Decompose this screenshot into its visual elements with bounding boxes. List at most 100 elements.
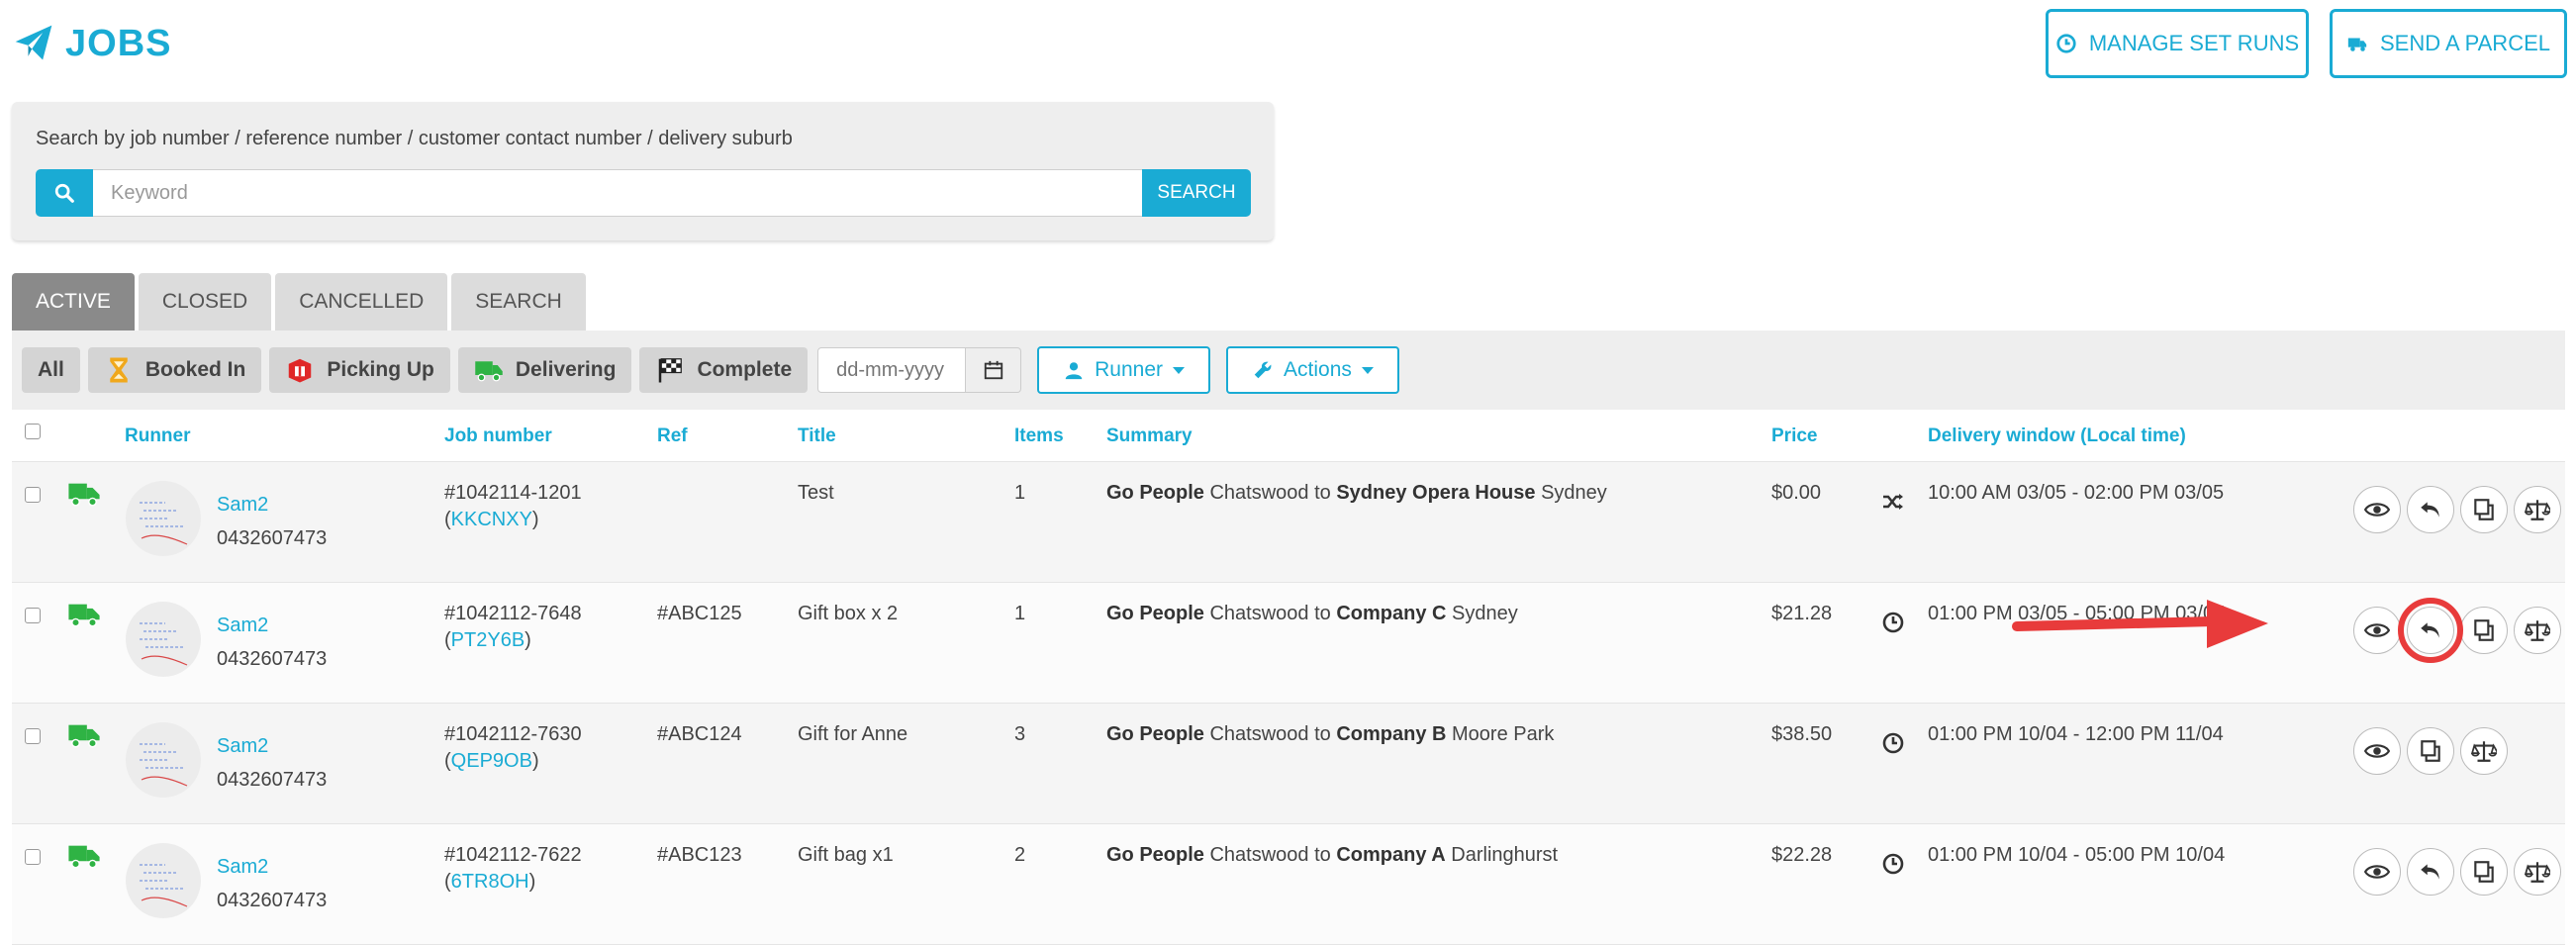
truck-icon [2347,38,2367,51]
job-code: (PT2Y6B) [444,629,531,651]
dispute-button[interactable] [2514,848,2561,896]
undo-button[interactable] [2407,486,2454,533]
filter-delivering-button[interactable]: Delivering [457,347,632,393]
copy-icon [2474,499,2494,520]
date-filter [817,347,1022,393]
job-summary: Go People Chatswood to Company C Sydney [1106,603,1518,625]
view-button[interactable] [2353,848,2401,896]
duplicate-button[interactable] [2407,727,2454,775]
scale-icon [2525,620,2550,641]
paper-plane-icon [15,25,52,60]
col-delivery-window[interactable]: Delivery window (Local time) [1928,425,2186,447]
actions-dropdown[interactable]: Actions [1226,346,1399,394]
job-title: Gift bag x1 [798,844,894,866]
col-price[interactable]: Price [1771,425,1817,447]
duplicate-button[interactable] [2460,486,2508,533]
tab-active[interactable]: ACTIVE [12,273,135,331]
runner-name[interactable]: Sam2 [217,735,268,758]
duplicate-button[interactable] [2460,607,2508,654]
runner-name[interactable]: Sam2 [217,856,268,879]
filter-picking-up-button[interactable]: Picking Up [269,347,450,393]
runner-phone: 0432607473 [217,648,328,670]
status-tabs: ACTIVE CLOSED CANCELLED SEARCH [12,273,586,331]
col-summary[interactable]: Summary [1106,425,1193,447]
summary-company: Go People [1106,844,1204,866]
clock-icon [1882,612,1904,633]
duplicate-button[interactable] [2460,848,2508,896]
select-all-checkbox[interactable] [25,424,41,439]
summary-destination: Company C [1336,603,1447,624]
job-items: 1 [1014,482,1026,504]
wrench-icon [1254,361,1272,379]
search-row: SEARCH [36,169,1251,217]
filter-complete-button[interactable]: Complete [639,347,809,393]
job-code-link[interactable]: 6TR8OH [451,871,529,893]
job-ref: #ABC124 [657,723,742,745]
app-logo: JOBS [12,22,171,65]
search-input[interactable] [93,169,1142,217]
row-checkbox[interactable] [25,728,41,744]
copy-icon [2474,619,2494,641]
undo-icon [2421,864,2439,880]
job-code-link[interactable]: PT2Y6B [451,629,525,651]
runner-dropdown[interactable]: Runner [1037,346,1211,394]
tab-cancelled[interactable]: CANCELLED [275,273,448,331]
summary-from: Chatswood to [1203,603,1337,624]
undo-button[interactable] [2407,848,2454,896]
send-parcel-button[interactable]: SEND A PARCEL [2330,9,2567,78]
col-job-number[interactable]: Job number [444,425,552,447]
search-button[interactable]: SEARCH [1142,169,1251,217]
tab-closed[interactable]: CLOSED [138,273,272,331]
filter-booked-in-button[interactable]: Booked In [87,347,262,393]
job-code-link[interactable]: KKCNXY [451,509,532,530]
job-title: Test [798,482,834,504]
col-runner[interactable]: Runner [125,425,191,447]
job-code-link[interactable]: QEP9OB [451,750,532,772]
runner-signature-image [140,864,188,907]
manage-set-runs-button[interactable]: MANAGE SET RUNS [2046,9,2309,78]
runner-name[interactable]: Sam2 [217,614,268,637]
runner-name[interactable]: Sam2 [217,494,268,517]
row-checkbox[interactable] [25,487,41,503]
jobs-table: Runner Job number Ref Title Items Summar… [12,410,2565,945]
search-icon-box[interactable] [36,169,93,217]
view-button[interactable] [2353,486,2401,533]
truck-icon [68,483,100,507]
table-header: Runner Job number Ref Title Items Summar… [12,410,2565,462]
avatar [126,481,201,556]
avatar [126,722,201,798]
calendar-icon [984,360,1002,380]
dispute-button[interactable] [2514,486,2561,533]
table-body: Sam2 0432607473 #1042114-1201 (KKCNXY) T… [12,462,2565,945]
view-button[interactable] [2353,607,2401,654]
dispute-button[interactable] [2514,607,2561,654]
calendar-button[interactable] [966,347,1022,393]
col-ref[interactable]: Ref [657,425,688,447]
filter-all-button[interactable]: All [22,347,80,393]
user-icon [1065,362,1083,380]
search-hint: Search by job number / reference number … [36,128,793,149]
summary-from: Chatswood to [1203,844,1337,866]
scale-icon [2471,741,2497,762]
tab-search[interactable]: SEARCH [451,273,586,331]
job-title: Gift for Anne [798,723,908,745]
dispute-button[interactable] [2460,727,2508,775]
page-title: JOBS [65,22,172,64]
runner-phone: 0432607473 [217,527,328,549]
col-title[interactable]: Title [798,425,836,447]
summary-from: Chatswood to [1203,482,1337,504]
filter-row: All Booked In Picking Up Delivering Comp… [22,346,1399,394]
row-checkbox[interactable] [25,608,41,623]
filter-bar: All Booked In Picking Up Delivering Comp… [12,331,2565,410]
view-button[interactable] [2353,727,2401,775]
job-items: 2 [1014,844,1026,866]
runner-phone: 0432607473 [217,769,328,791]
row-checkbox[interactable] [25,849,41,865]
runner-signature-image [140,502,188,545]
avatar [126,843,201,918]
undo-button[interactable] [2407,607,2454,654]
col-items[interactable]: Items [1014,425,1064,447]
summary-suburb: Moore Park [1446,723,1555,745]
date-input[interactable] [817,347,967,393]
delivery-window: 10:00 AM 03/05 - 02:00 PM 03/05 [1928,482,2225,504]
